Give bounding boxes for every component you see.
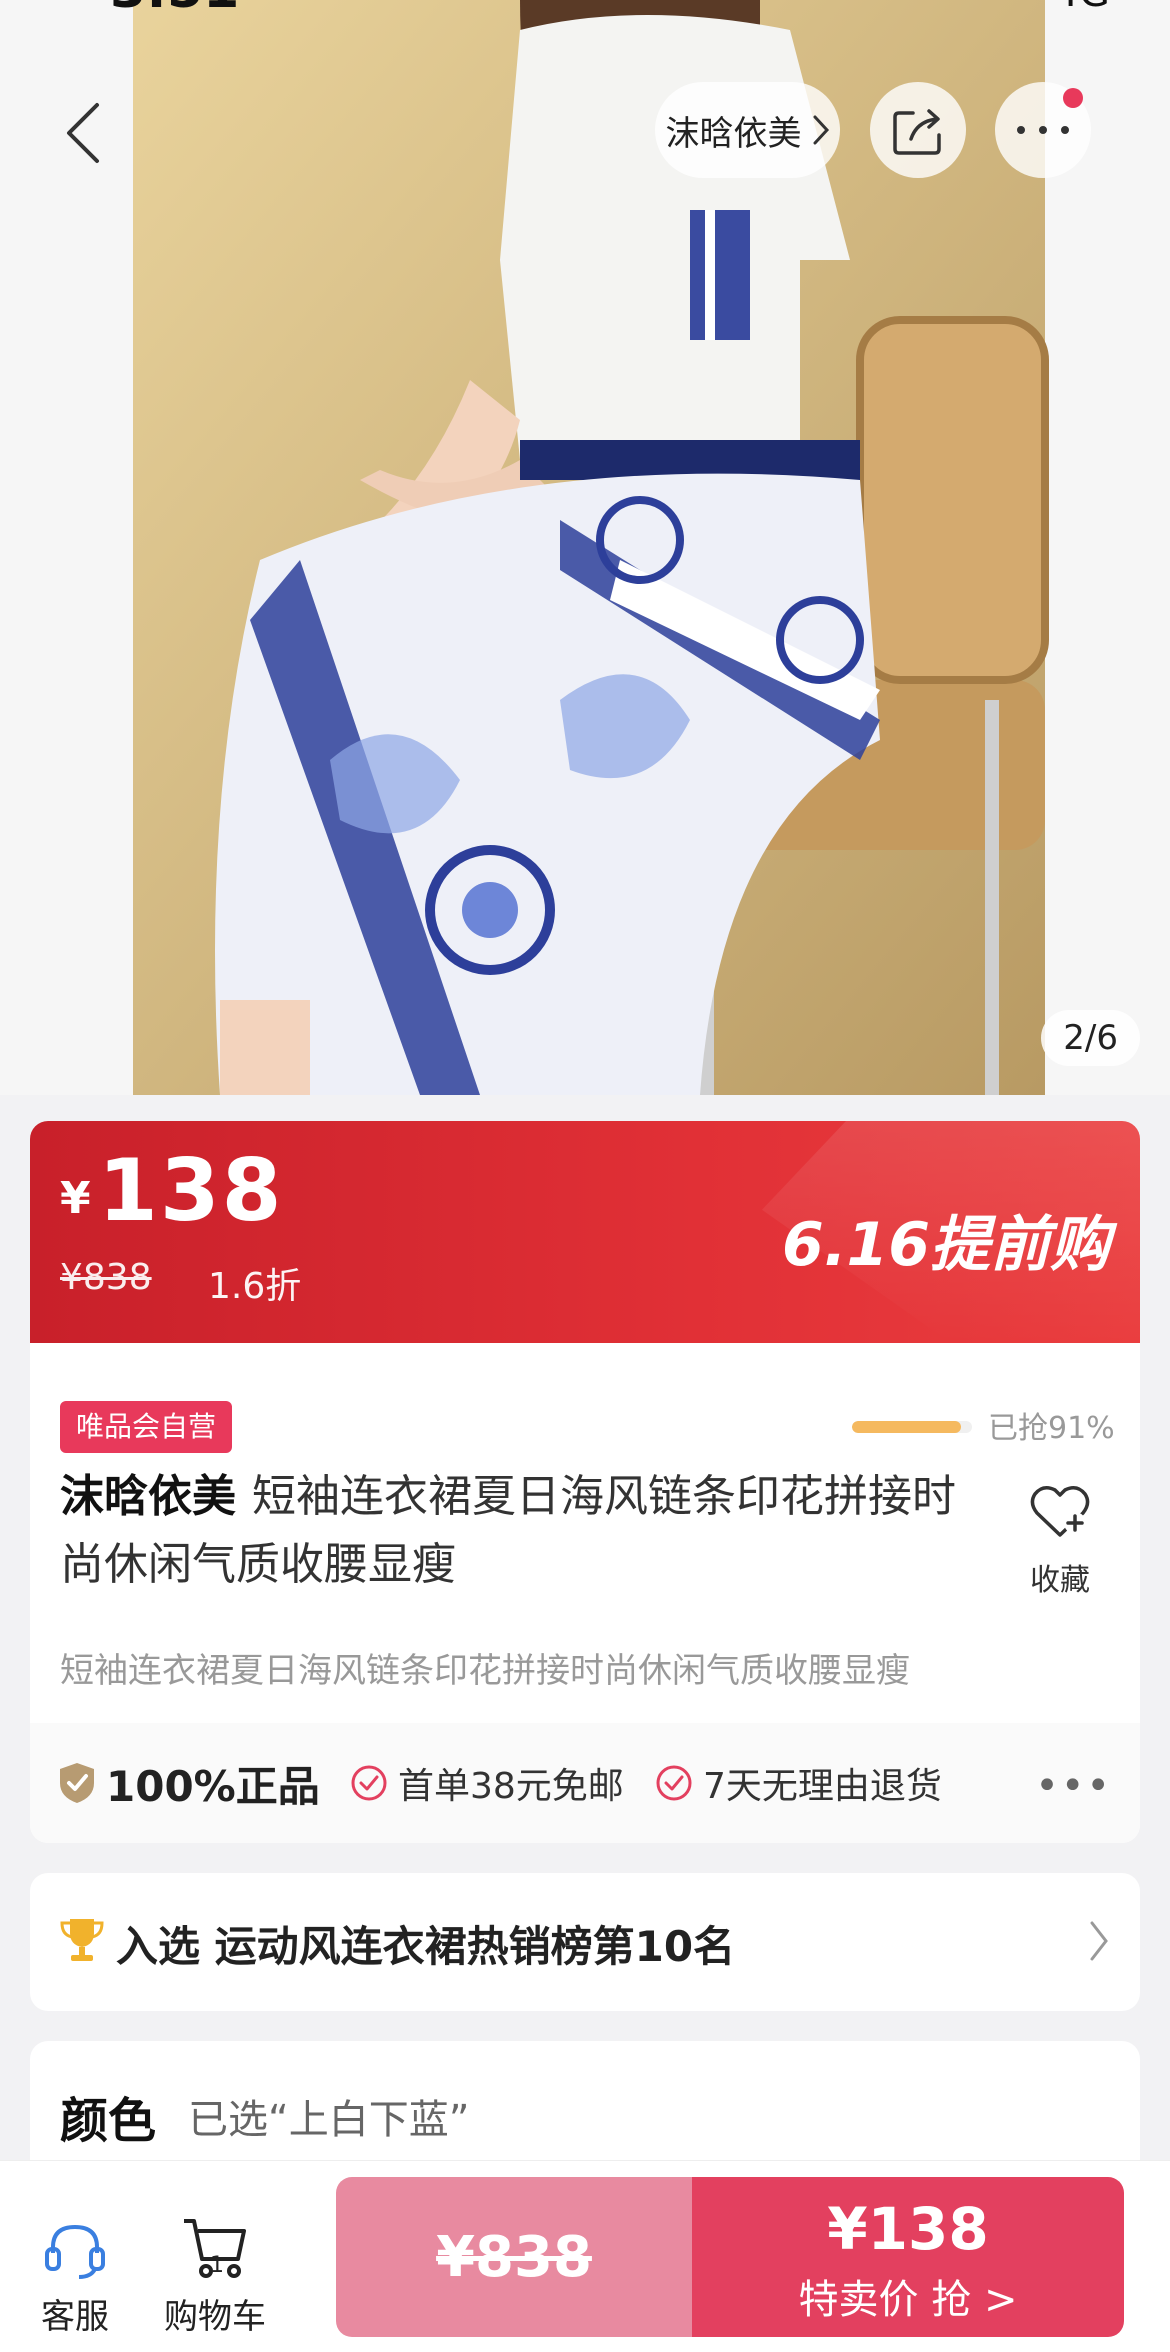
check-circle-icon bbox=[351, 1765, 387, 1801]
buy-now-button[interactable]: ¥138 特卖价 抢 > bbox=[692, 2177, 1124, 2337]
chevron-left-icon bbox=[67, 103, 99, 163]
guarantee-shipping-label: 首单38元免邮 bbox=[398, 1766, 624, 1807]
shield-check-icon bbox=[60, 1763, 94, 1803]
color-label: 颜色 bbox=[60, 2093, 157, 2149]
discount-label: 1.6折 bbox=[208, 1266, 302, 1307]
product-image-carousel[interactable]: 3:51 4G 沫晗依美 2/6 bbox=[0, 0, 1170, 1095]
brand-store-label: 沫晗依美 bbox=[665, 113, 802, 154]
image-counter: 2/6 bbox=[1041, 1010, 1140, 1066]
guarantee-row[interactable]: 100%正品 首单38元免邮 7天无理由退货 ••• bbox=[30, 1723, 1140, 1843]
headset-icon bbox=[45, 2224, 105, 2279]
check-circle-icon bbox=[656, 1765, 692, 1801]
favorite-label: 收藏 bbox=[1030, 1563, 1090, 1598]
guarantee-returns: 7天无理由退货 bbox=[655, 1723, 942, 1843]
promo-tag: 6.16提前购 bbox=[781, 1210, 1110, 1280]
chevron-right-icon bbox=[813, 115, 829, 145]
status-time: 3:51 bbox=[110, 0, 239, 20]
original-price: ¥838 bbox=[60, 1257, 152, 1298]
favorite-button[interactable]: 收藏 bbox=[1010, 1483, 1110, 1599]
cart-button[interactable]: 1 购物车 bbox=[150, 2161, 280, 2338]
product-subtitle: 短袖连衣裙夏日海风链条印花拼接时尚休闲气质收腰显瘦 bbox=[60, 1651, 910, 1691]
guarantee-authentic: 100%正品 bbox=[58, 1723, 320, 1843]
current-price: 138 bbox=[98, 1141, 284, 1241]
more-dots-icon[interactable]: ••• bbox=[1035, 1763, 1112, 1809]
guarantee-returns-label: 7天无理由退货 bbox=[703, 1766, 942, 1807]
grab-progress-text: 已抢91% bbox=[988, 1411, 1115, 1446]
currency-symbol: ¥ bbox=[60, 1173, 91, 1224]
more-dots-icon bbox=[1017, 126, 1069, 134]
brand-store-link[interactable]: 沫晗依美 bbox=[655, 82, 840, 178]
buy-price: ¥138 bbox=[827, 2195, 989, 2263]
original-price-button[interactable]: ¥838 bbox=[336, 2177, 692, 2337]
customer-service-label: 客服 bbox=[41, 2297, 109, 2337]
grab-progress-bar bbox=[852, 1421, 972, 1433]
trophy-icon bbox=[60, 1919, 104, 1961]
back-button[interactable] bbox=[40, 90, 126, 176]
heart-plus-icon bbox=[1030, 1486, 1090, 1537]
product-info-card: 唯品会自营 已抢91% 沫晗依美 短袖连衣裙夏日海风链条印花拼接时尚休闲气质收腰显… bbox=[30, 1343, 1140, 1843]
guarantee-shipping: 首单38元免邮 bbox=[350, 1723, 624, 1843]
more-button[interactable] bbox=[995, 82, 1091, 178]
product-brand: 沫晗依美 bbox=[60, 1471, 236, 1522]
grab-progress-fill bbox=[852, 1421, 962, 1433]
product-title: 沫晗依美 短袖连衣裙夏日海风链条印花拼接时尚休闲气质收腰显瘦 bbox=[60, 1463, 980, 1599]
notification-dot bbox=[1063, 88, 1083, 108]
self-operated-badge: 唯品会自营 bbox=[60, 1401, 233, 1453]
customer-service-button[interactable]: 客服 bbox=[10, 2161, 140, 2338]
cart-label: 购物车 bbox=[164, 2297, 266, 2337]
ranking-card[interactable]: 入选 运动风连衣裙热销榜第10名 bbox=[30, 1873, 1140, 2011]
price-banner: ¥ 138 ¥838 1.6折 6.16提前购 bbox=[30, 1121, 1140, 1343]
share-icon bbox=[893, 109, 941, 155]
product-photo bbox=[0, 0, 1170, 1095]
cart-count: 1 bbox=[210, 2253, 224, 2278]
color-selected-value: 已选“上白下蓝” bbox=[188, 2097, 470, 2143]
chevron-right-icon bbox=[1090, 1921, 1108, 1961]
guarantee-authentic-label: 100%正品 bbox=[106, 1761, 320, 1811]
bottom-action-bar: 客服 1 购物车 ¥838 ¥138 特卖价 抢 > bbox=[0, 2160, 1170, 2352]
share-button[interactable] bbox=[870, 82, 966, 178]
buy-label: 特卖价 抢 > bbox=[798, 2277, 1018, 2323]
network-indicator: 4G bbox=[1054, 0, 1110, 16]
ranking-text: 入选 运动风连衣裙热销榜第10名 bbox=[116, 1922, 736, 1971]
